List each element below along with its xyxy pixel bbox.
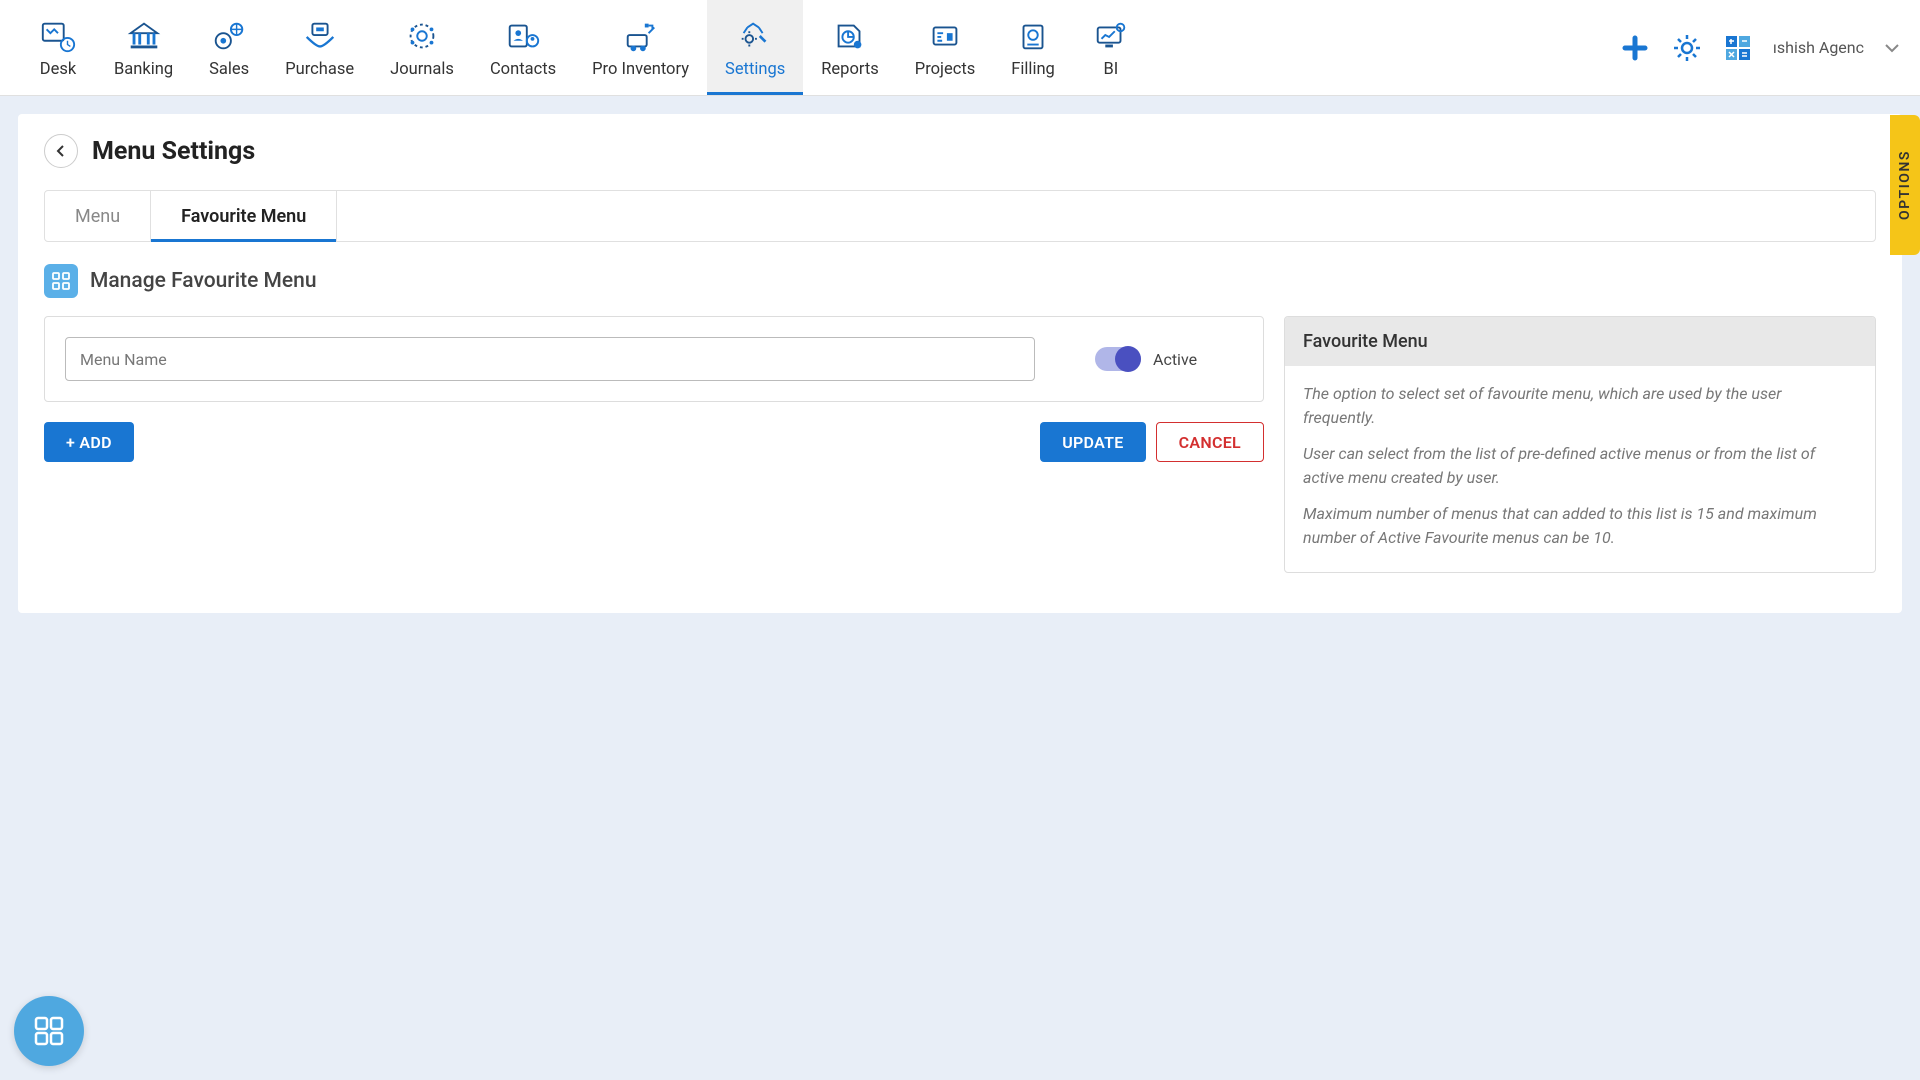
options-side-tab[interactable]: OPTIONS (1890, 115, 1920, 255)
sales-icon (209, 17, 249, 55)
section-title: Manage Favourite Menu (90, 269, 317, 293)
tab-menu[interactable]: Menu (45, 191, 151, 241)
nav-label: Settings (725, 60, 785, 79)
nav-label: Pro Inventory (592, 60, 689, 79)
toggle-label: Active (1153, 350, 1197, 369)
inventory-icon (621, 17, 661, 55)
calculator-button[interactable] (1723, 33, 1753, 63)
nav-label: Banking (114, 60, 173, 79)
nav-item-settings[interactable]: Settings (707, 0, 803, 95)
nav-items: Desk Banking Sales Purchase Journals (20, 0, 1149, 95)
nav-label: Purchase (285, 60, 354, 79)
global-settings-button[interactable] (1671, 32, 1703, 64)
banking-icon (124, 17, 164, 55)
nav-item-desk[interactable]: Desk (20, 0, 96, 95)
button-row: + ADD UPDATE CANCEL (44, 422, 1264, 462)
active-toggle[interactable] (1095, 347, 1141, 371)
nav-item-filling[interactable]: Filling (993, 0, 1073, 95)
nav-label: BI (1103, 60, 1118, 79)
settings-icon (735, 17, 775, 55)
page-title: Menu Settings (92, 137, 255, 166)
nav-label: Reports (821, 60, 879, 79)
nav-item-banking[interactable]: Banking (96, 0, 191, 95)
nav-item-bi[interactable]: BI (1073, 0, 1149, 95)
bi-icon (1091, 17, 1131, 55)
projects-icon (925, 17, 965, 55)
floating-apps-button[interactable] (14, 996, 84, 1066)
content-row: Active + ADD UPDATE CANCEL Favourite Men… (44, 316, 1876, 573)
user-dropdown-chevron[interactable] (1884, 38, 1900, 57)
nav-right: ıshish Agenc (1619, 32, 1900, 64)
tab-favourite-menu[interactable]: Favourite Menu (151, 191, 337, 241)
info-text: Maximum number of menus that can added t… (1303, 502, 1857, 550)
reports-icon (830, 17, 870, 55)
toggle-knob (1115, 346, 1141, 372)
purchase-icon (300, 17, 340, 55)
menu-name-input[interactable] (65, 337, 1035, 381)
form-box: Active (44, 316, 1264, 402)
filling-icon (1013, 17, 1053, 55)
nav-label: Desk (40, 60, 76, 79)
nav-item-projects[interactable]: Projects (897, 0, 994, 95)
back-button[interactable] (44, 134, 78, 168)
tabs-bar: Menu Favourite Menu (44, 190, 1876, 242)
nav-label: Sales (209, 60, 249, 79)
update-button[interactable]: UPDATE (1040, 422, 1145, 462)
contacts-icon (503, 17, 543, 55)
user-agency-label: ıshish Agenc (1773, 38, 1864, 57)
main-content-card: Menu Settings Menu Favourite Menu Manage… (18, 114, 1902, 613)
nav-item-reports[interactable]: Reports (803, 0, 897, 95)
add-button[interactable]: + ADD (44, 422, 134, 462)
nav-label: Journals (390, 60, 454, 79)
info-panel-body: The option to select set of favourite me… (1285, 366, 1875, 572)
info-panel: Favourite Menu The option to select set … (1284, 316, 1876, 573)
info-text: The option to select set of favourite me… (1303, 382, 1857, 430)
page-header: Menu Settings (44, 134, 1876, 168)
desk-icon (38, 17, 78, 55)
nav-item-journals[interactable]: Journals (372, 0, 472, 95)
nav-item-sales[interactable]: Sales (191, 0, 267, 95)
nav-label: Projects (915, 60, 976, 79)
nav-label: Filling (1011, 60, 1055, 79)
form-column: Active + ADD UPDATE CANCEL (44, 316, 1264, 462)
journals-icon (402, 17, 442, 55)
nav-item-purchase[interactable]: Purchase (267, 0, 372, 95)
nav-label: Contacts (490, 60, 556, 79)
grid-icon (44, 264, 78, 298)
add-new-button[interactable] (1619, 32, 1651, 64)
active-toggle-wrap: Active (1095, 347, 1197, 371)
section-header: Manage Favourite Menu (44, 264, 1876, 298)
nav-item-contacts[interactable]: Contacts (472, 0, 574, 95)
info-text: User can select from the list of pre-def… (1303, 442, 1857, 490)
cancel-button[interactable]: CANCEL (1156, 422, 1264, 462)
nav-item-pro-inventory[interactable]: Pro Inventory (574, 0, 707, 95)
info-panel-title: Favourite Menu (1285, 317, 1875, 366)
top-navigation: Desk Banking Sales Purchase Journals (0, 0, 1920, 96)
